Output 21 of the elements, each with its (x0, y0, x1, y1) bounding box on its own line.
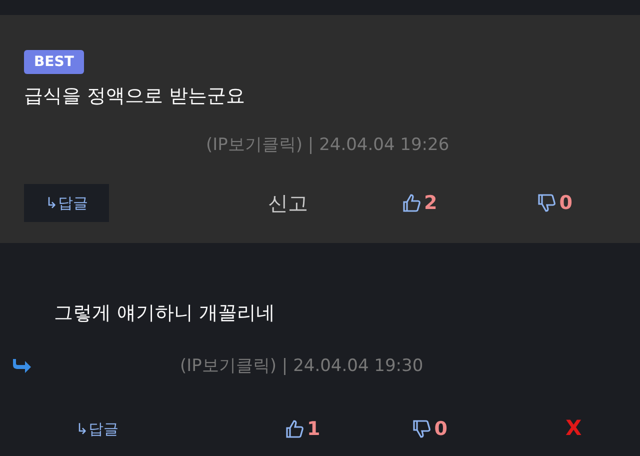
reply-button[interactable]: ↳답글 (72, 418, 122, 440)
dislike-button[interactable]: 0 (412, 414, 448, 443)
thumbs-up-icon (285, 418, 305, 439)
reply-button[interactable]: ↳답글 (24, 184, 109, 222)
dislike-button[interactable]: 0 (537, 188, 572, 218)
best-badge: BEST (24, 50, 84, 74)
thumbs-up-icon (402, 193, 422, 213)
comment-text: 급식을 정액으로 받는군요 (24, 84, 246, 109)
vote-count: 0 (559, 190, 572, 216)
like-button[interactable]: 1 (285, 414, 320, 443)
report-button[interactable]: 신고 (268, 188, 308, 218)
like-button[interactable]: 2 (402, 188, 438, 218)
comment-text: 그렇게 얘기하니 개꼴리네 (54, 301, 276, 326)
vote-count: 0 (434, 416, 448, 442)
reply-arrow-icon (10, 357, 32, 376)
vote-count: 2 (424, 190, 438, 216)
vote-count: 1 (307, 416, 320, 442)
comment-meta: (IP보기클릭) | 24.04.04 19:30 (180, 354, 424, 378)
comment-meta: (IP보기클릭) | 24.04.04 19:26 (206, 134, 450, 156)
thumbs-down-icon (412, 418, 432, 439)
thumbs-down-icon (537, 193, 558, 213)
